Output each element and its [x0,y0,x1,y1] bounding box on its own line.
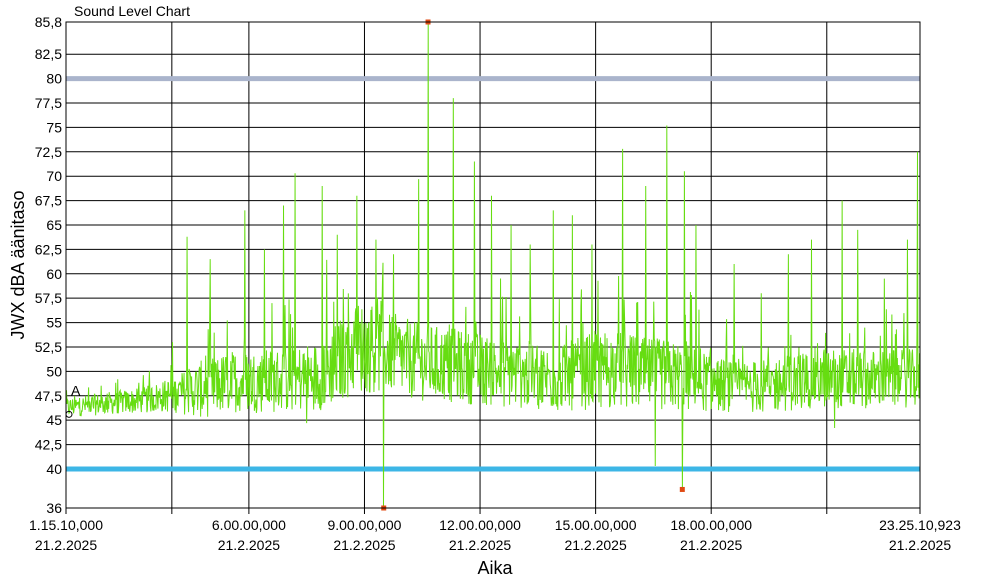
x-axis-label: Aika [477,558,513,578]
extreme-point-marker [679,486,685,492]
y-tick-label: 85,8 [35,14,62,30]
y-tick-label: 50 [46,363,62,379]
y-tick-label: 40 [46,461,62,477]
y-tick-label: 80 [46,71,62,87]
y-tick-label: 72,5 [35,144,62,160]
x-tick-date: 21.2.2025 [680,537,742,553]
x-tick-time: 6.00.00,000 [212,517,286,533]
x-tick-time: 23.25.10,923 [879,517,961,533]
plot-frame [65,21,921,509]
y-tick-label: 45 [46,412,62,428]
x-tick-date: 21.2.2025 [35,537,97,553]
y-tick-label: 42,5 [35,437,62,453]
y-tick-label: 70 [46,168,62,184]
y-tick-label: 60 [46,266,62,282]
series-group [65,21,921,509]
y-tick-label: 65 [46,217,62,233]
y-tick-labels: 36 40 42,5 45 47,5 50 52,5 55 57,5 60 62,5 65 67,5 70… [35,14,62,516]
y-tick-label: 75 [46,119,62,135]
series-line [65,21,921,509]
y-tick-label: 36 [46,500,62,516]
x-tick-time: 12.00.00,000 [439,517,521,533]
marker-label: A [71,382,81,398]
y-tick-label: 77,5 [35,95,62,111]
x-tick-time: 1.15.10,000 [29,517,103,533]
x-tick-date: 21.2.2025 [449,537,511,553]
chart-title: Sound Level Chart [74,3,190,19]
x-tick-time: 18.00.00,000 [670,517,752,533]
x-tick-time: 9.00.00,000 [327,517,401,533]
y-tick-label: 82,5 [35,46,62,62]
y-tick-label: 55 [46,315,62,331]
y-tick-label: 57,5 [35,290,62,306]
extreme-markers [381,19,685,511]
x-tick-date: 21.2.2025 [889,537,951,553]
y-tick-label: 52,5 [35,339,62,355]
y-tick-label: 67,5 [35,193,62,209]
x-tick-date: 21.2.2025 [564,537,626,553]
x-tick-date: 21.2.2025 [218,537,280,553]
y-tick-label: 62,5 [35,241,62,257]
x-tick-date: 21.2.2025 [333,537,395,553]
x-tick-labels: 1.15.10,000 21.2.2025 6.00.00,000 21.2.2025… [29,517,961,553]
sound-level-chart: Sound Level Chart 36 40 42,5 45 47,5 50 52,5 55… [8,3,961,578]
y-axis-label: JWX dBA äänitaso [8,190,28,339]
x-tick-time: 15.00.00,000 [555,517,637,533]
grid [65,21,921,514]
y-tick-label: 47,5 [35,388,62,404]
